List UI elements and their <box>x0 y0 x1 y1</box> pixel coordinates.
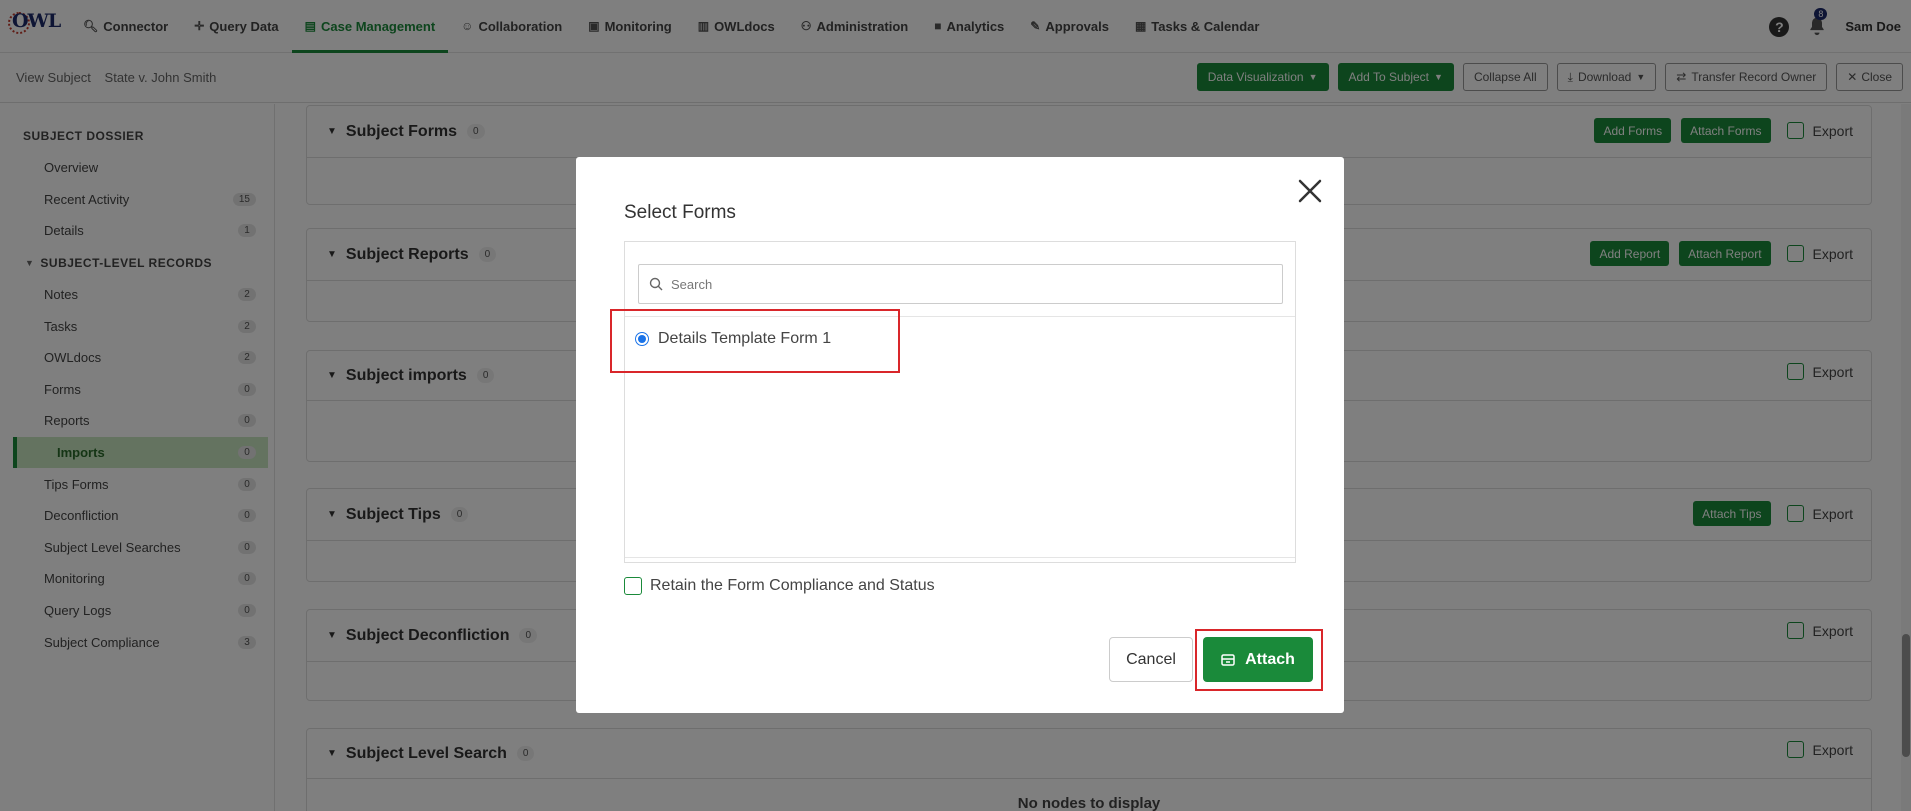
modal-title: Select Forms <box>624 202 736 223</box>
close-icon[interactable] <box>1294 175 1326 207</box>
select-forms-modal: Select Forms Details Template Form 1 Ret… <box>576 157 1344 713</box>
highlight-box-option <box>610 309 900 373</box>
retain-compliance-toggle[interactable]: Retain the Form Compliance and Status <box>624 577 935 595</box>
search-input[interactable] <box>671 276 1261 292</box>
retain-label: Retain the Form Compliance and Status <box>650 577 935 594</box>
cancel-button[interactable]: Cancel <box>1109 637 1193 682</box>
retain-checkbox[interactable] <box>624 577 642 595</box>
search-icon <box>649 277 663 291</box>
forms-list-panel: Details Template Form 1 <box>624 241 1296 563</box>
highlight-box-attach <box>1195 629 1323 691</box>
search-field[interactable] <box>638 264 1283 304</box>
